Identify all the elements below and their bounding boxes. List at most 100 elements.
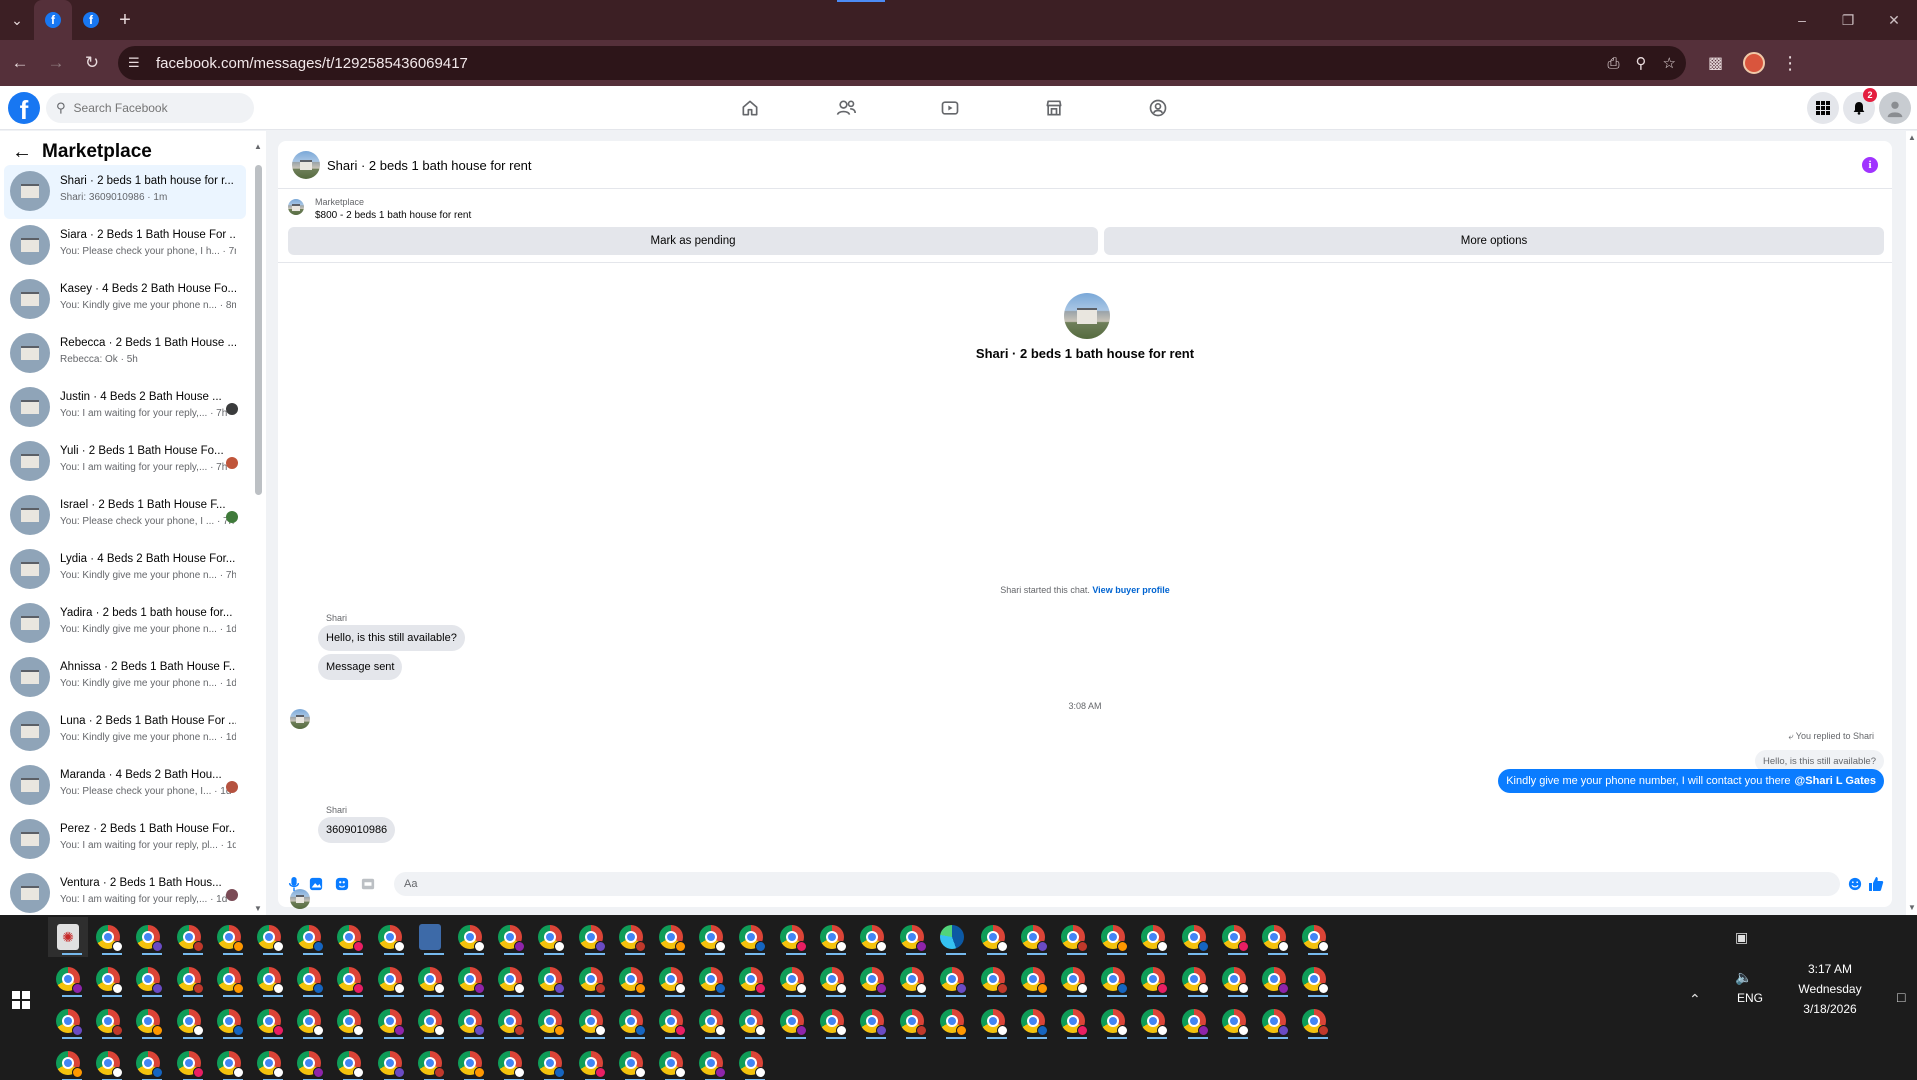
- close-icon[interactable]: ✕: [1871, 0, 1917, 40]
- chrome-app-icon[interactable]: [249, 917, 289, 957]
- conversation-item[interactable]: Justin · 4 Beds 2 Bath House ... You: I a…: [4, 381, 246, 435]
- browser-tab-2[interactable]: f: [72, 0, 110, 40]
- search-input[interactable]: [73, 101, 234, 115]
- chrome-app-icon[interactable]: [490, 917, 530, 957]
- chrome-app-icon[interactable]: [1013, 959, 1053, 999]
- mark-pending-button[interactable]: Mark as pending: [288, 227, 1098, 255]
- chrome-app-icon[interactable]: [1053, 959, 1093, 999]
- chrome-app-icon[interactable]: [611, 959, 651, 999]
- chrome-app-icon[interactable]: [1254, 917, 1294, 957]
- windows-start-icon[interactable]: [12, 991, 30, 1009]
- chrome-app-icon[interactable]: [691, 1043, 731, 1080]
- volume-icon[interactable]: 🔈: [1735, 969, 1752, 986]
- chrome-app-icon[interactable]: [651, 959, 691, 999]
- chrome-app-icon[interactable]: [1013, 917, 1053, 957]
- chrome-app-icon[interactable]: [169, 959, 209, 999]
- site-settings-icon[interactable]: ☰: [128, 55, 150, 71]
- chrome-app-icon[interactable]: [973, 917, 1013, 957]
- extensions-puzzle-icon[interactable]: ▩: [1708, 53, 1723, 73]
- photo-icon[interactable]: [308, 876, 324, 892]
- chrome-app-icon[interactable]: [1093, 917, 1133, 957]
- listing-title[interactable]: $800 - 2 beds 1 bath house for rent: [315, 210, 471, 221]
- chrome-app-icon[interactable]: [812, 917, 852, 957]
- conversation-item[interactable]: Kasey · 4 Beds 2 Bath House Fo... You: Ki…: [4, 273, 246, 327]
- chrome-app-icon[interactable]: [1214, 1001, 1254, 1041]
- outgoing-message[interactable]: Kindly give me your phone number, I will…: [1498, 769, 1884, 793]
- conversation-item[interactable]: Shari · 2 beds 1 bath house for r... Shar…: [4, 165, 246, 219]
- conversation-item[interactable]: Ventura · 2 Beds 1 Bath Hous... You: I am…: [4, 867, 246, 921]
- url-text[interactable]: facebook.com/messages/t/1292585436069417: [156, 55, 1592, 72]
- chrome-app-icon[interactable]: [209, 917, 249, 957]
- chrome-app-icon[interactable]: [772, 917, 812, 957]
- chrome-app-icon[interactable]: [289, 1043, 329, 1080]
- groups-icon[interactable]: [1146, 96, 1170, 120]
- chrome-app-icon[interactable]: [289, 917, 329, 957]
- chrome-app-icon[interactable]: [289, 1001, 329, 1041]
- chrome-app-icon[interactable]: [289, 959, 329, 999]
- chrome-app-icon[interactable]: [88, 917, 128, 957]
- chrome-app-icon[interactable]: [731, 1043, 771, 1080]
- chrome-app-icon[interactable]: [329, 917, 369, 957]
- chrome-app-icon[interactable]: [530, 1043, 570, 1080]
- chrome-app-icon[interactable]: [812, 1001, 852, 1041]
- incoming-message[interactable]: Hello, is this still available?: [318, 625, 465, 651]
- page-scrollbar[interactable]: ▲ ▼: [1906, 131, 1917, 915]
- bookmark-star-icon[interactable]: ☆: [1663, 54, 1676, 72]
- incoming-message[interactable]: 3609010986: [318, 817, 396, 843]
- back-arrow-icon[interactable]: ←: [12, 141, 32, 164]
- chrome-app-icon[interactable]: [490, 1001, 530, 1041]
- restore-icon[interactable]: ❐: [1825, 0, 1871, 40]
- microphone-icon[interactable]: [286, 876, 302, 892]
- back-arrow-icon[interactable]: ←: [4, 47, 36, 79]
- video-icon[interactable]: [938, 96, 962, 120]
- chrome-app-icon[interactable]: [370, 1043, 410, 1080]
- conversation-item[interactable]: Ahnissa · 2 Beds 1 Bath House F... You: K…: [4, 651, 246, 705]
- chrome-app-icon[interactable]: [852, 1001, 892, 1041]
- chrome-app-icon[interactable]: [1294, 917, 1334, 957]
- like-thumb-icon[interactable]: [1868, 876, 1884, 892]
- address-bar[interactable]: ☰ facebook.com/messages/t/12925854360694…: [118, 46, 1686, 80]
- gif-icon[interactable]: [360, 876, 376, 892]
- chrome-app-icon[interactable]: [892, 917, 932, 957]
- chrome-app-icon[interactable]: [772, 959, 812, 999]
- chrome-app-icon[interactable]: [450, 959, 490, 999]
- chrome-app-icon[interactable]: [932, 959, 972, 999]
- chrome-app-icon[interactable]: [1254, 1001, 1294, 1041]
- chrome-app-icon[interactable]: [209, 959, 249, 999]
- friends-icon[interactable]: [834, 96, 858, 120]
- scroll-down-icon[interactable]: ▼: [1908, 903, 1916, 912]
- chrome-app-icon[interactable]: [530, 917, 570, 957]
- menu-grid-button[interactable]: [1807, 92, 1839, 124]
- facebook-search[interactable]: ⚲: [46, 93, 254, 123]
- chrome-app-icon[interactable]: [329, 1001, 369, 1041]
- chrome-app-icon[interactable]: [651, 1043, 691, 1080]
- chrome-app-icon[interactable]: [1013, 1001, 1053, 1041]
- chrome-app-icon[interactable]: [1294, 959, 1334, 999]
- chrome-app-icon[interactable]: [731, 1001, 771, 1041]
- chrome-app-icon[interactable]: [1214, 917, 1254, 957]
- chrome-app-icon[interactable]: [450, 1001, 490, 1041]
- paint-app-icon[interactable]: ✺: [48, 917, 88, 957]
- chrome-app-icon[interactable]: [530, 1001, 570, 1041]
- chrome-app-icon[interactable]: [48, 1043, 88, 1080]
- chrome-app-icon[interactable]: [169, 1043, 209, 1080]
- chrome-app-icon[interactable]: [88, 1001, 128, 1041]
- chrome-app-icon[interactable]: [249, 1043, 289, 1080]
- zoom-icon[interactable]: ⚲: [1636, 54, 1647, 72]
- scroll-up-icon[interactable]: ▲: [254, 143, 262, 151]
- chrome-app-icon[interactable]: [1174, 959, 1214, 999]
- chrome-app-icon[interactable]: [571, 917, 611, 957]
- info-icon[interactable]: i: [1862, 157, 1878, 173]
- facebook-logo-icon[interactable]: f: [8, 92, 40, 124]
- chrome-app-icon[interactable]: [490, 1043, 530, 1080]
- conversation-item[interactable]: Maranda · 4 Beds 2 Bath Hou... You: Pleas…: [4, 759, 246, 813]
- browser-profile-avatar[interactable]: [1743, 52, 1766, 74]
- home-icon[interactable]: [738, 96, 762, 120]
- scroll-up-icon[interactable]: ▲: [1908, 133, 1916, 142]
- chrome-app-icon[interactable]: [1133, 959, 1173, 999]
- chrome-app-icon[interactable]: [611, 1001, 651, 1041]
- chrome-app-icon[interactable]: [410, 959, 450, 999]
- chrome-app-icon[interactable]: [209, 1043, 249, 1080]
- chrome-app-icon[interactable]: [169, 917, 209, 957]
- chrome-app-icon[interactable]: [852, 917, 892, 957]
